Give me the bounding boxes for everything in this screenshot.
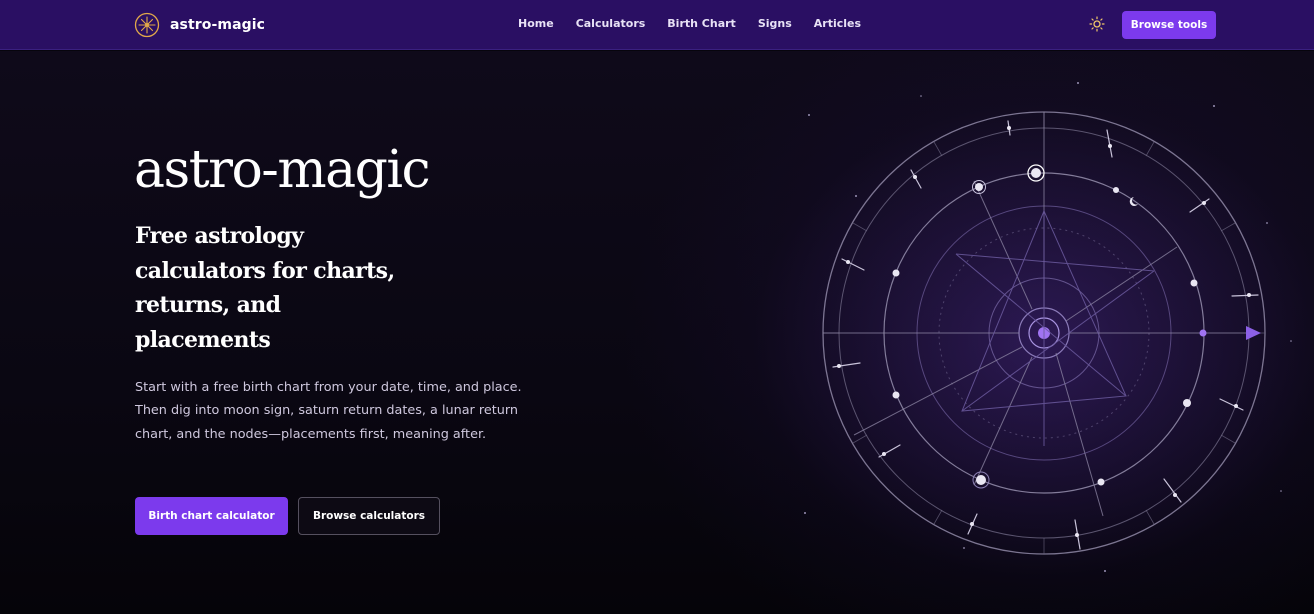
star-logo-icon [134,12,160,38]
browse-tools-button[interactable]: Browse tools [1122,11,1216,39]
hero-description: Start with a free birth chart from your … [135,380,522,442]
hero-subtitle: Free astrology calculators for charts, r… [135,223,395,353]
hero-title: astro-magic [134,140,431,200]
zodiac-wheel-illustration [804,82,1292,572]
background-stars [804,82,1292,572]
browse-calculators-button[interactable]: Browse calculators [298,497,440,535]
top-navigation-bar: astro-magic Home Calculators Birth Chart… [0,0,1314,50]
nav-articles[interactable]: Articles [814,17,861,30]
nav-calculators[interactable]: Calculators [576,17,646,30]
brand-link[interactable]: astro-magic [134,12,265,38]
sun-theme-icon[interactable] [1089,16,1105,32]
nav-birth-chart[interactable]: Birth Chart [667,17,736,30]
brand-name: astro-magic [170,17,266,33]
birth-chart-calculator-button[interactable]: Birth chart calculator [135,497,288,535]
main-nav: Home Calculators Birth Chart Signs Artic… [518,17,883,30]
nav-home[interactable]: Home [518,17,554,30]
nav-signs[interactable]: Signs [758,17,792,30]
